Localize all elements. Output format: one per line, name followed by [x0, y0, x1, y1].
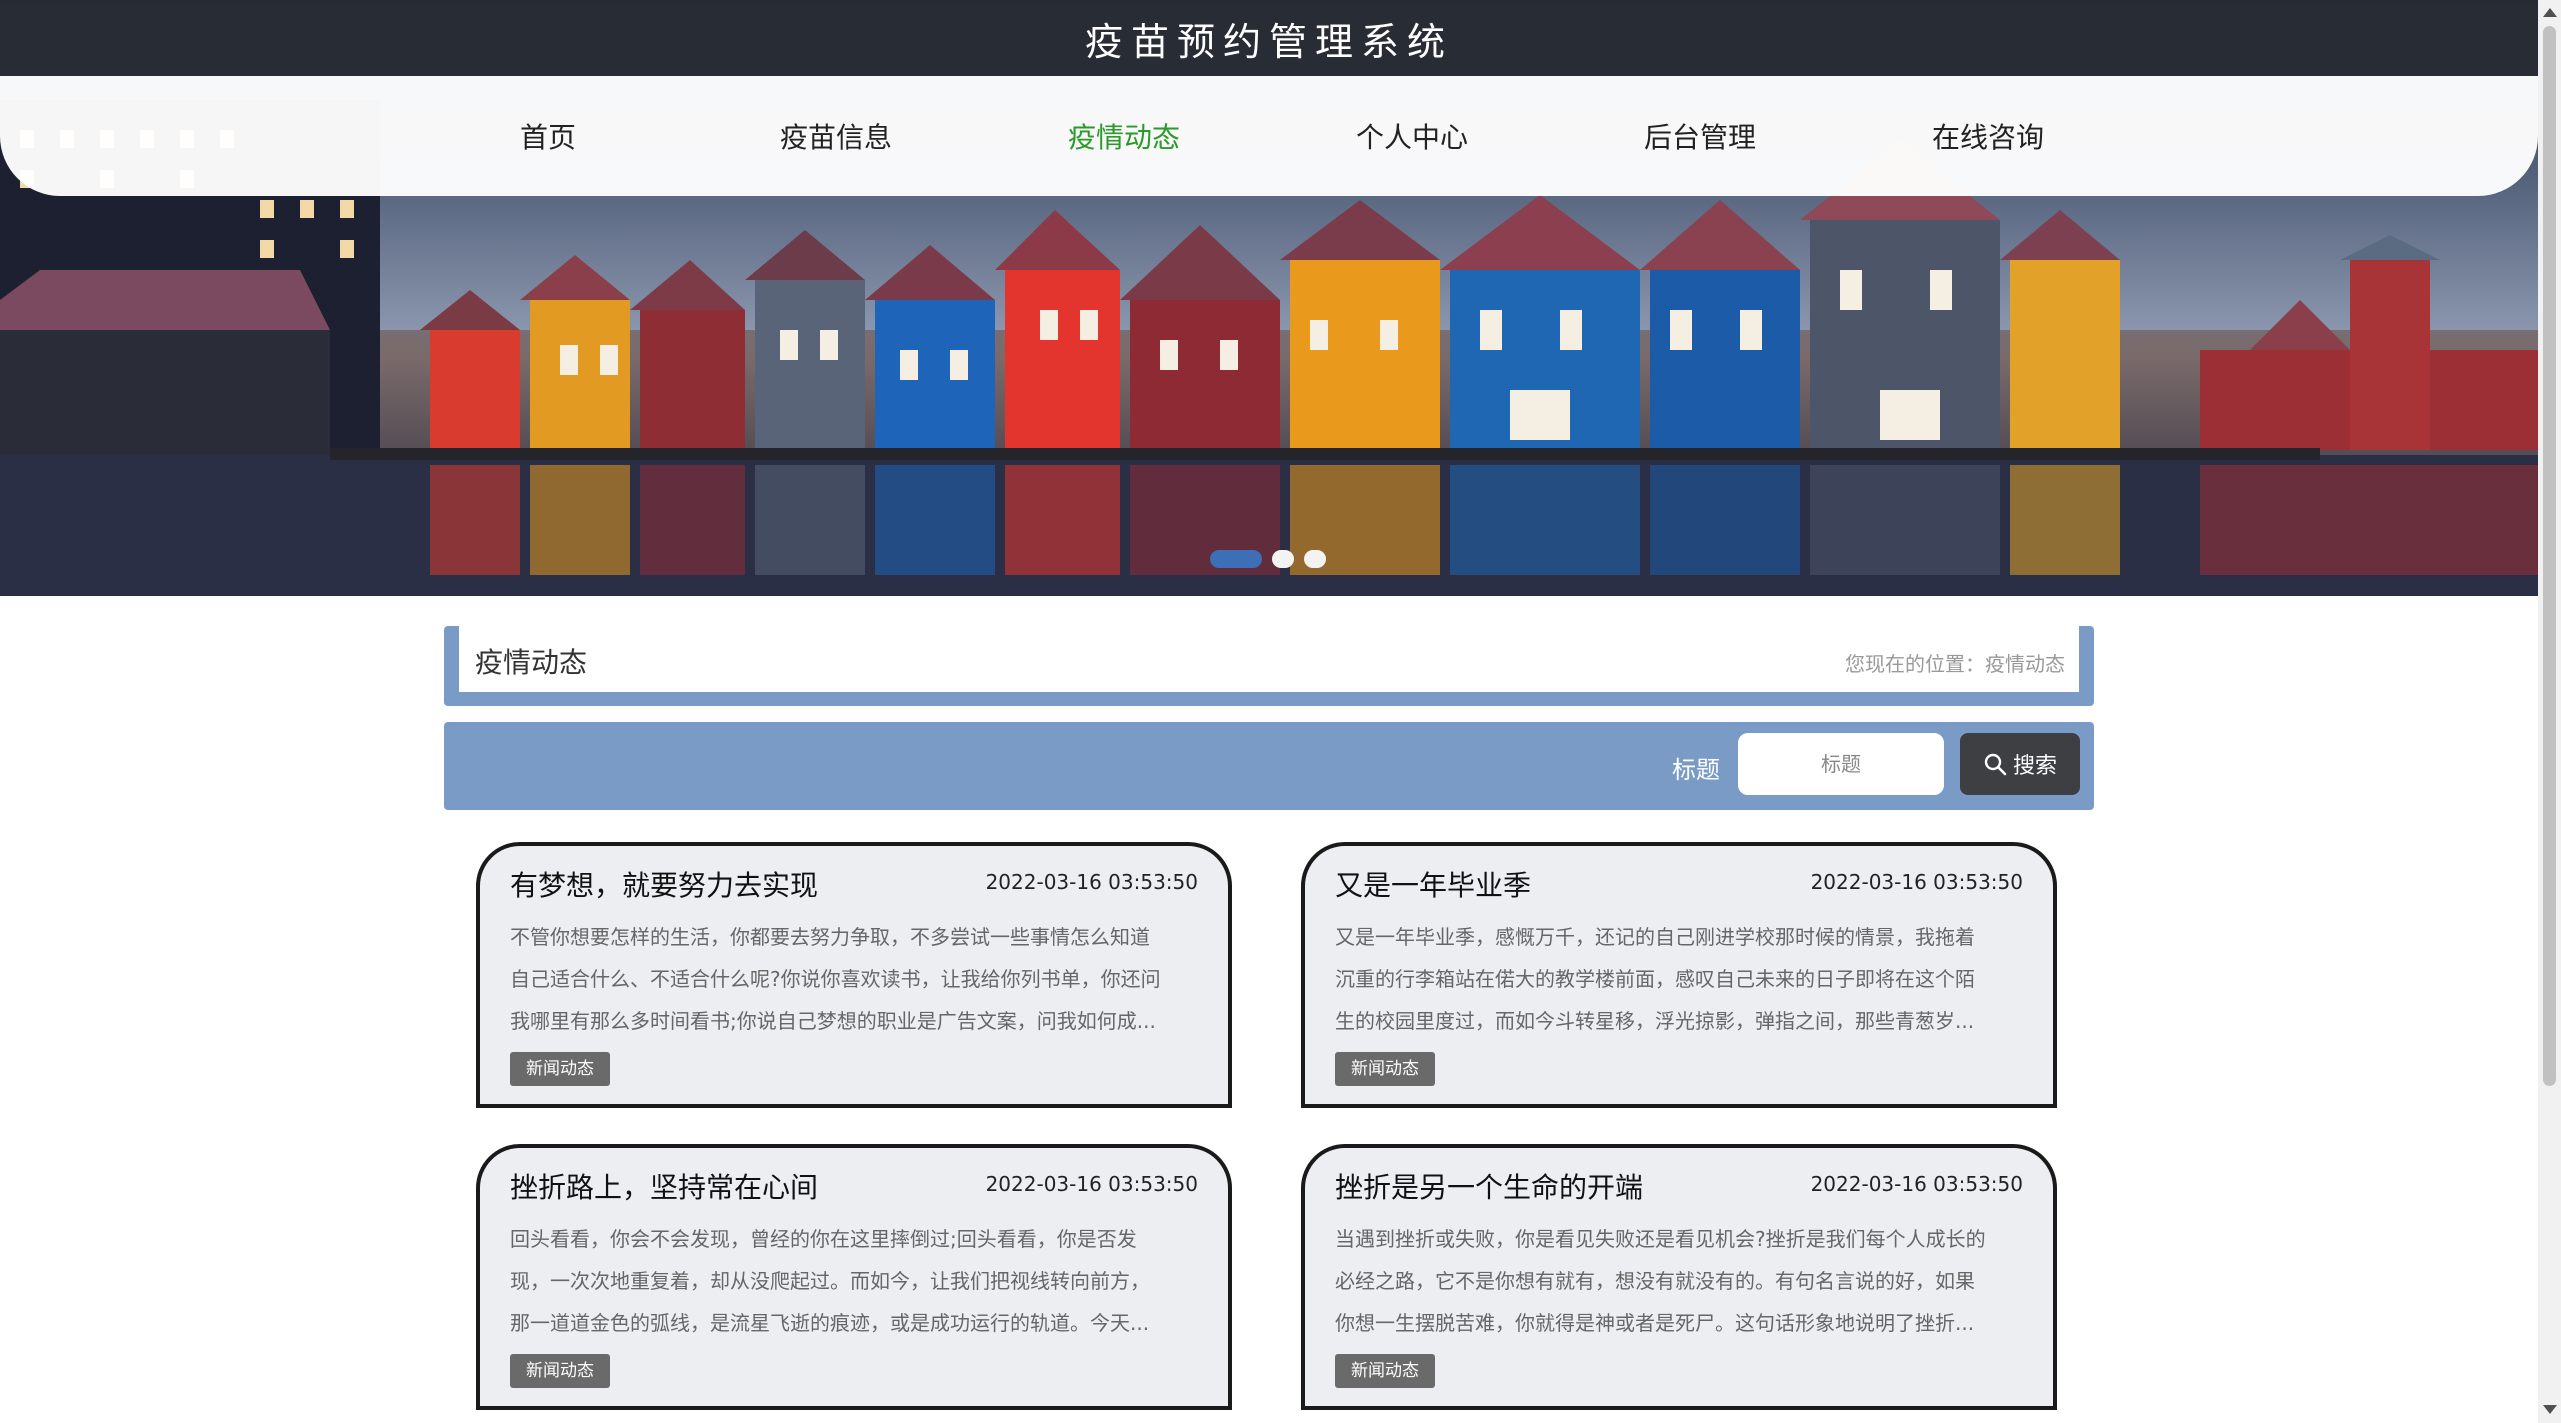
page-scrollbar[interactable]	[2538, 0, 2561, 1423]
summary-line: 我哪里有那么多时间看书;你说自己梦想的职业是广告文案，问我如何成...	[510, 1009, 1156, 1033]
summary-line: 生的校园里度过，而如今斗转星移，浮光掠影，弹指之间，那些青葱岁...	[1335, 1009, 1975, 1033]
news-card-date: 2022-03-16 03:53:50	[985, 1172, 1198, 1196]
news-card-tag[interactable]: 新闻动态	[1335, 1052, 1435, 1086]
scrollbar-thumb[interactable]	[2543, 26, 2556, 1086]
nav-item-epidemic-news[interactable]: 疫情动态	[1068, 116, 1180, 156]
search-label: 标题	[1672, 756, 1720, 784]
nav-item-vaccine-info[interactable]: 疫苗信息	[780, 116, 892, 156]
news-card-summary: 又是一年毕业季，感慨万千，还记的自己刚进学校那时候的情景，我拖着 沉重的行李箱站…	[1335, 916, 2025, 1042]
news-card-tag[interactable]: 新闻动态	[510, 1052, 610, 1086]
news-card-title[interactable]: 挫折路上，坚持常在心间	[510, 1166, 818, 1206]
search-input[interactable]	[1738, 733, 1944, 795]
breadcrumb: 您现在的位置：疫情动态	[1845, 652, 2065, 676]
news-card-date: 2022-03-16 03:53:50	[1810, 1172, 2023, 1196]
carousel-dot-3[interactable]	[1304, 550, 1326, 568]
nav-item-home[interactable]: 首页	[520, 116, 576, 156]
search-icon	[1984, 753, 2007, 776]
main-navigation: 首页 疫苗信息 疫情动态 个人中心 后台管理 在线咨询	[0, 76, 2538, 196]
summary-line: 回头看看，你会不会发现，曾经的你在这里摔倒过;回头看看，你是否发	[510, 1227, 1137, 1251]
news-card-date: 2022-03-16 03:53:50	[985, 870, 1198, 894]
summary-line: 沉重的行李箱站在偌大的教学楼前面，感叹自己未来的日子即将在这个陌	[1335, 967, 1975, 991]
scroll-up-arrow-icon[interactable]	[2543, 8, 2557, 17]
breadcrumb-panel: 疫情动态 您现在的位置：疫情动态	[444, 626, 2094, 706]
summary-line: 现，一次次地重复着，却从没爬起过。而如今，让我们把视线转向前方，	[510, 1269, 1150, 1293]
page-title: 疫情动态	[475, 646, 588, 679]
news-card-summary: 回头看看，你会不会发现，曾经的你在这里摔倒过;回头看看，你是否发 现，一次次地重…	[510, 1218, 1200, 1344]
summary-line: 那一道道金色的弧线，是流星飞逝的痕迹，或是成功运行的轨道。今天...	[510, 1311, 1150, 1335]
search-button-label: 搜索	[2012, 754, 2057, 779]
news-card-summary: 当遇到挫折或失败，你是看见失败还是看见机会?挫折是我们每个人成长的 必经之路，它…	[1335, 1218, 2025, 1344]
news-card[interactable]: 有梦想，就要努力去实现 2022-03-16 03:53:50 不管你想要怎样的…	[476, 842, 1232, 1108]
news-card[interactable]: 又是一年毕业季 2022-03-16 03:53:50 又是一年毕业季，感慨万千…	[1301, 842, 2057, 1108]
news-card-title[interactable]: 有梦想，就要努力去实现	[510, 864, 818, 904]
carousel-dot-2[interactable]	[1272, 550, 1294, 568]
breadcrumb-inner: 疫情动态 您现在的位置：疫情动态	[459, 626, 2079, 692]
news-card-tag[interactable]: 新闻动态	[510, 1354, 610, 1388]
scroll-down-arrow-icon[interactable]	[2543, 1405, 2557, 1414]
carousel-dot-1[interactable]	[1210, 550, 1262, 568]
nav-list: 首页 疫苗信息 疫情动态 个人中心 后台管理 在线咨询	[0, 76, 2538, 196]
news-card[interactable]: 挫折是另一个生命的开端 2022-03-16 03:53:50 当遇到挫折或失败…	[1301, 1144, 2057, 1410]
news-card-title[interactable]: 挫折是另一个生命的开端	[1335, 1166, 1643, 1206]
nav-item-personal-center[interactable]: 个人中心	[1356, 116, 1468, 156]
news-card-date: 2022-03-16 03:53:50	[1810, 870, 2023, 894]
site-title: 疫苗预约管理系统	[1084, 19, 1453, 64]
summary-line: 又是一年毕业季，感慨万千，还记的自己刚进学校那时候的情景，我拖着	[1335, 925, 1975, 949]
nav-item-admin[interactable]: 后台管理	[1644, 116, 1756, 156]
news-card-tag[interactable]: 新闻动态	[1335, 1354, 1435, 1388]
summary-line: 自己适合什么、不适合什么呢?你说你喜欢读书，让我给你列书单，你还问	[510, 967, 1161, 991]
news-card-title[interactable]: 又是一年毕业季	[1335, 864, 1531, 904]
summary-line: 不管你想要怎样的生活，你都要去努力争取，不多尝试一些事情怎么知道	[510, 925, 1150, 949]
page: 疫苗预约管理系统 首页 疫苗信息 疫情动态 个人中心 后台管理 在线咨询 疫情动…	[0, 0, 2561, 1423]
search-bar: 标题 搜索	[444, 722, 2094, 810]
top-title-bar: 疫苗预约管理系统	[0, 0, 2538, 76]
summary-line: 必经之路，它不是你想有就有，想没有就没有的。有句名言说的好，如果	[1335, 1269, 1975, 1293]
news-card-summary: 不管你想要怎样的生活，你都要去努力争取，不多尝试一些事情怎么知道 自己适合什么、…	[510, 916, 1200, 1042]
summary-line: 你想一生摆脱苦难，你就得是神或者是死尸。这句话形象地说明了挫折...	[1335, 1311, 1975, 1335]
search-button[interactable]: 搜索	[1960, 733, 2080, 795]
nav-item-online-consult[interactable]: 在线咨询	[1932, 116, 2044, 156]
news-card[interactable]: 挫折路上，坚持常在心间 2022-03-16 03:53:50 回头看看，你会不…	[476, 1144, 1232, 1410]
summary-line: 当遇到挫折或失败，你是看见失败还是看见机会?挫折是我们每个人成长的	[1335, 1227, 1986, 1251]
